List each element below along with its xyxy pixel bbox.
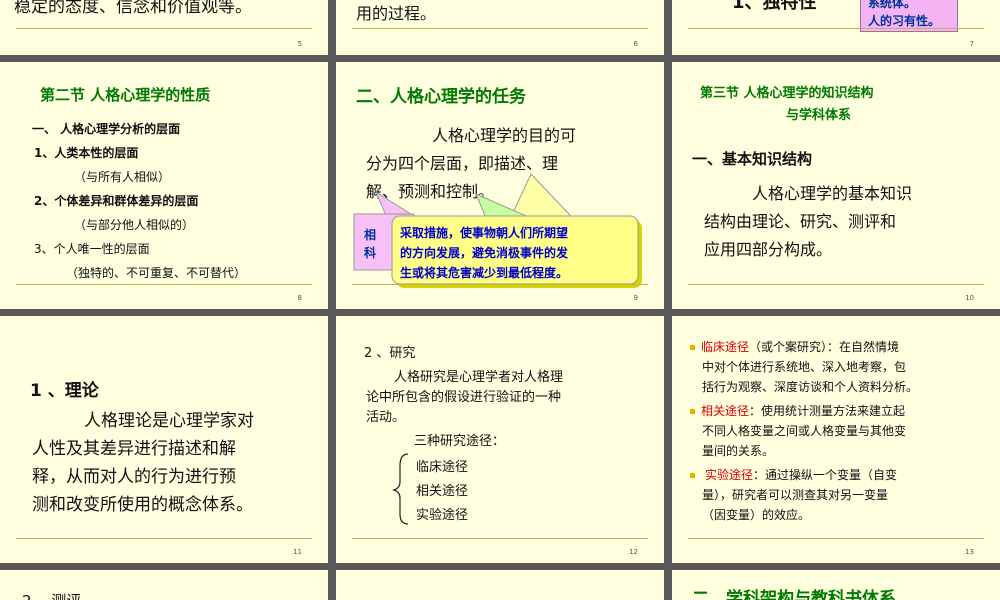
slide-number: 5 — [297, 40, 302, 48]
term-desc: ：通过操纵一个变量（自变 — [753, 468, 898, 482]
body-line: 人性及其差异进行描述和解 — [32, 439, 236, 459]
bullet-icon — [690, 409, 695, 414]
list-item: 3、个人唯一性的层面 — [34, 242, 150, 256]
slide-number: 12 — [629, 548, 638, 556]
slide-8[interactable]: 第二节 人格心理学的性质 一、 人格心理学分析的层面 1、人类本性的层面 （与所… — [0, 62, 328, 309]
bullet-item: 实验途径：通过操纵一个变量（自变 — [690, 466, 897, 483]
section-heading: 2 、测评 — [22, 590, 81, 600]
slide-16[interactable]: 二、学科架构与教科书体系 — [672, 570, 1000, 600]
callout-line: 采取措施，使事物朝人们所期望 — [400, 226, 569, 240]
section-heading: 1 、理论 — [30, 381, 99, 401]
divider — [352, 538, 648, 539]
slide-title: 第三节 人格心理学的知识结构 — [700, 86, 874, 101]
body-line: 人格心理学的基本知识 — [752, 184, 913, 203]
term: 临床途径 — [701, 340, 750, 354]
body-line: 结构由理论、研究、测评和 — [704, 212, 897, 231]
slide-title: 二、学科架构与教科书体系 — [692, 589, 896, 600]
slide-9[interactable]: 二、人格心理学的任务 人格心理学的目的可 分为四个层面，即描述、理 解、预测和控… — [336, 62, 664, 309]
hidden-text: 相 — [364, 228, 377, 242]
slide-title: 与学科体系 — [786, 108, 852, 123]
list-item: （与部分他人相似的） — [74, 218, 195, 232]
slide-number: 11 — [293, 548, 302, 556]
bullet-line: 不同人格变量之间或人格变量与其他变 — [702, 424, 907, 438]
slide-number: 7 — [969, 40, 974, 48]
slide-13[interactable]: 临床途径（或个案研究）：在自然情境 中对个体进行系统地、深入地考察，包 括行为观… — [672, 316, 1000, 563]
slide-number: 6 — [633, 40, 638, 48]
divider — [352, 284, 648, 285]
slide-10[interactable]: 第三节 人格心理学的知识结构 与学科体系 一、基本知识结构 人格心理学的基本知识… — [672, 62, 1000, 309]
slide-number: 13 — [965, 548, 974, 556]
divider — [16, 538, 312, 539]
callout-line: 生或将其危害减少到最低程度。 — [400, 266, 569, 280]
bullet-icon — [690, 345, 695, 350]
divider — [688, 538, 984, 539]
divider — [352, 28, 648, 29]
list-item: 1、人类本性的层面 — [34, 146, 139, 160]
slide-number: 10 — [965, 294, 974, 302]
bullet-line: 括行为观察、深度访谈和个人资料分析。 — [702, 380, 919, 394]
brace-icon — [392, 453, 409, 525]
callout-text: 人的习有性。 — [868, 14, 941, 28]
slide-title: 第二节 人格心理学的性质 — [40, 86, 211, 104]
slide-12[interactable]: 2 、研究 人格研究是心理学者对人格理 论中所包含的假设进行验证的一种 活动。 … — [336, 316, 664, 563]
divider — [16, 28, 312, 29]
list-item: （与所有人相似） — [74, 170, 171, 184]
slide-14[interactable]: 2 、测评 — [0, 570, 328, 600]
slide-7[interactable]: 1、独特性 系统体。 人的习有性。 7 — [672, 0, 1000, 55]
slide-item: 1、独特性 — [732, 0, 817, 13]
list-item: （独特的、不可重复、不可替代） — [66, 266, 247, 280]
divider — [16, 284, 312, 285]
term-desc: ：使用统计测量方法来建立起 — [749, 404, 906, 418]
bullet-item: 相关途径：使用统计测量方法来建立起 — [690, 402, 905, 419]
bullet-line: 量间的关系。 — [702, 444, 775, 458]
body-line: 测和改变所使用的概念体系。 — [32, 495, 253, 515]
callout-line: 的方向发展，避免消极事件的发 — [400, 246, 569, 260]
slide-11[interactable]: 1 、理论 人格理论是心理学家对 人性及其差异进行描述和解 释，从而对人的行为进… — [0, 316, 328, 563]
list-item: 2、个体差异和群体差异的层面 — [34, 194, 199, 208]
slide-number: 9 — [633, 294, 638, 302]
section-heading: 一、基本知识结构 — [692, 150, 813, 168]
divider — [688, 284, 984, 285]
research-way: 临床途径 — [416, 460, 469, 475]
bullet-line: （因变量）的效应。 — [702, 508, 811, 522]
bullet-item: 临床途径（或个案研究）：在自然情境 — [690, 338, 899, 355]
slide-6[interactable]: 用的过程。 6 — [336, 0, 664, 55]
bullet-line: 量），研究者可以测查其对另一变量 — [702, 488, 889, 502]
research-way: 相关途径 — [416, 484, 469, 499]
research-way: 实验途径 — [416, 508, 469, 523]
slide-15[interactable] — [336, 570, 664, 600]
slide-5[interactable]: 稳定的态度、信念和价值观等。 5 — [0, 0, 328, 55]
term: 相关途径 — [701, 404, 750, 418]
bullet-line: 中对个体进行系统地、深入地考察，包 — [702, 360, 907, 374]
slide-number: 8 — [297, 294, 302, 302]
list-item: 一、 人格心理学分析的层面 — [32, 122, 181, 136]
slide-text: 稳定的态度、信念和价值观等。 — [14, 0, 252, 17]
slide-text: 用的过程。 — [356, 4, 437, 23]
bullet-icon — [690, 473, 695, 478]
term-desc: （或个案研究）：在自然情境 — [749, 340, 900, 354]
body-line: 应用四部分构成。 — [704, 240, 833, 259]
body-line: 人格理论是心理学家对 — [84, 411, 254, 431]
hidden-text: 科 — [364, 246, 377, 260]
divider — [688, 28, 984, 29]
term: 实验途径 — [705, 468, 754, 482]
callout-text: 系统体。 — [868, 0, 917, 10]
body-line: 释，从而对人的行为进行预 — [32, 467, 236, 487]
